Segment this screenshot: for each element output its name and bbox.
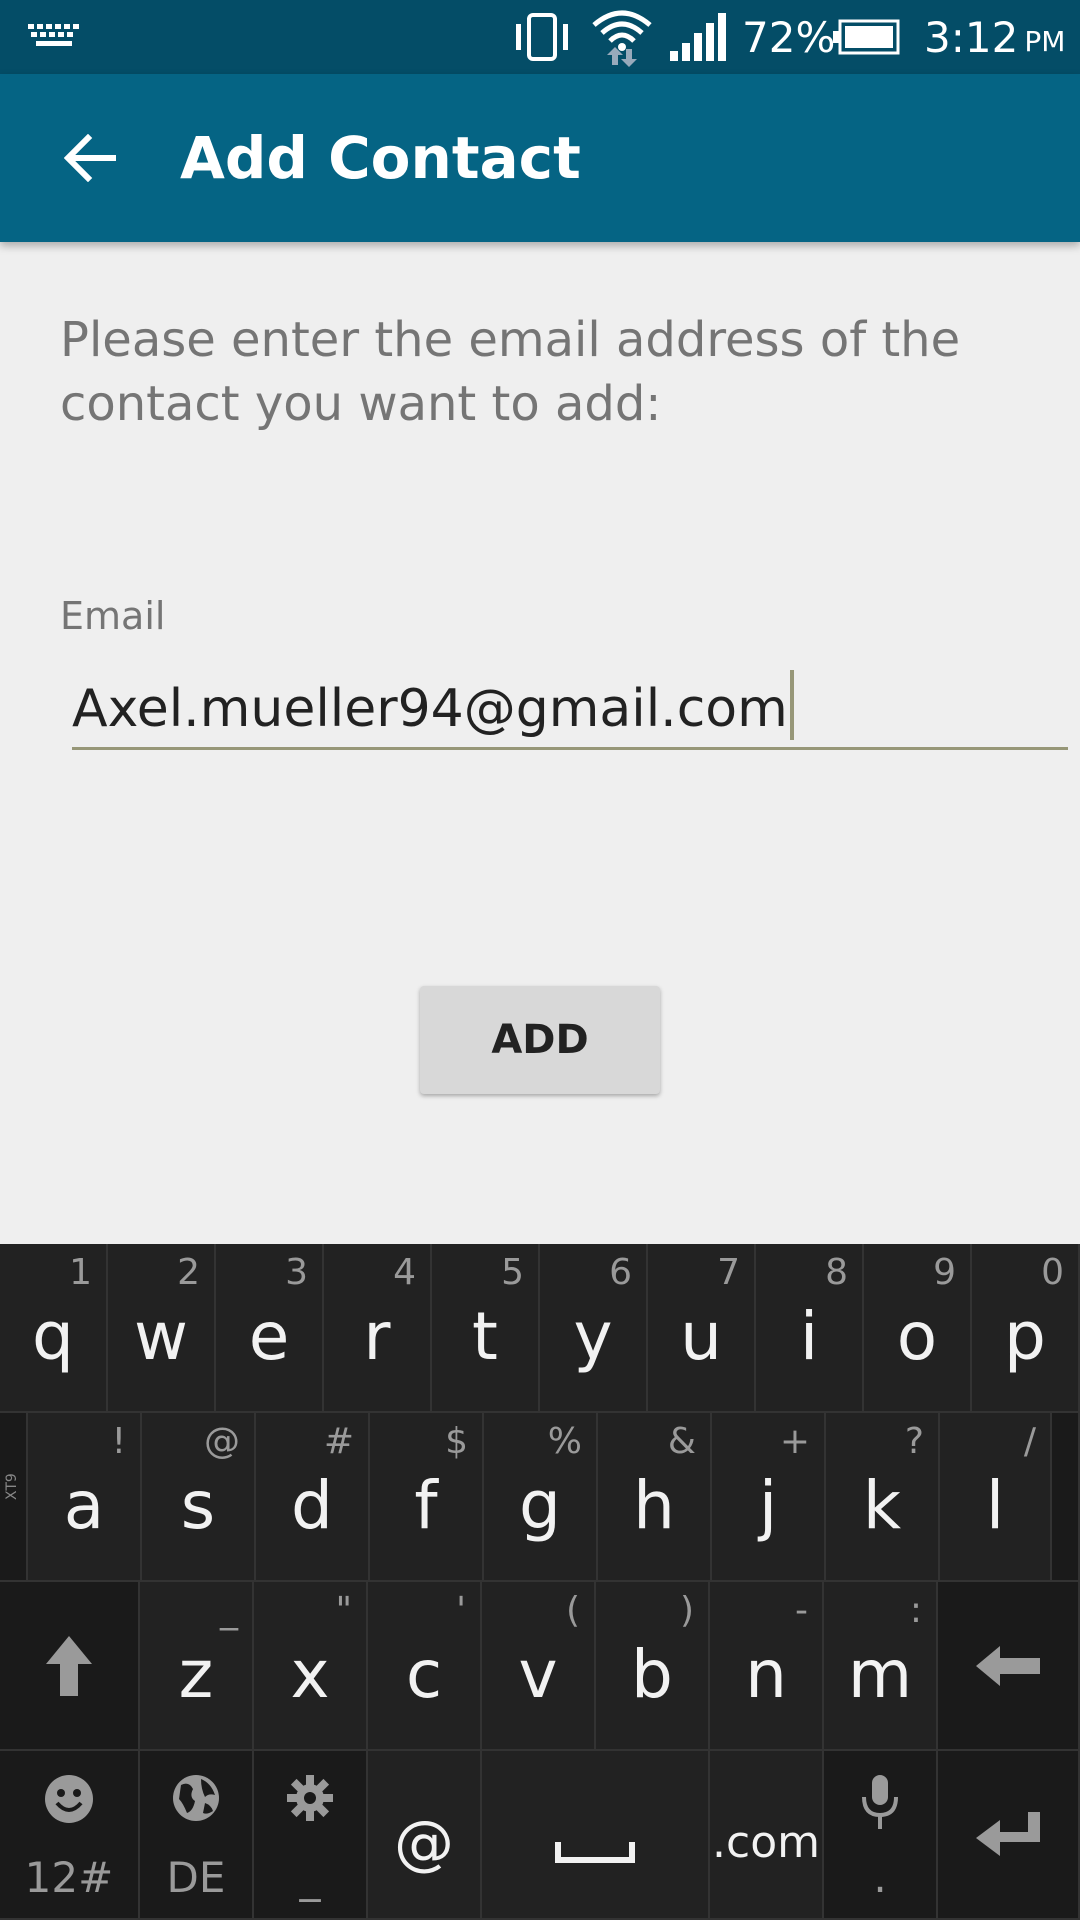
settings-key[interactable]: _ [254,1751,368,1920]
voice-key[interactable]: . [824,1751,938,1920]
space-bar-icon [555,1841,635,1863]
keyboard-edge [1052,1413,1080,1582]
emoji-icon [45,1775,93,1823]
key-p[interactable]: 0p [972,1244,1080,1413]
key-l[interactable]: / l [940,1413,1052,1582]
key-v[interactable]: (v [482,1582,596,1751]
globe-icon [173,1775,219,1821]
shift-key[interactable] [0,1582,140,1751]
settings-label: _ [299,1853,321,1902]
space-key[interactable] [482,1751,710,1920]
email-label: Email [60,594,166,638]
at-key[interactable]: @ [368,1751,482,1920]
enter-icon [976,1811,1040,1856]
language-label: DE [166,1853,226,1902]
clock-time: 3:12 [924,12,1019,62]
soft-keyboard: 1q 2w 3e 4r 5t 6y 7u 8i 9o 0p ! a @ s # d $… [0,1244,1080,1920]
key-z[interactable]: _ z [140,1582,254,1751]
content-area: Please enter the email address of the co… [0,242,1080,1244]
key-t[interactable]: 5t [432,1244,540,1413]
key-w[interactable]: 2w [108,1244,216,1413]
backspace-key[interactable] [938,1582,1080,1751]
key-i[interactable]: 8i [756,1244,864,1413]
signal-icon [668,0,728,74]
key-o[interactable]: 9o [864,1244,972,1413]
enter-key[interactable] [938,1751,1080,1920]
xt9-label: XT9 [4,1473,20,1500]
key-a[interactable]: ! a [28,1413,142,1582]
instructions-text: Please enter the email address of the co… [60,312,961,432]
gear-icon [287,1775,333,1821]
wifi-icon [590,0,654,74]
vibrate-icon [512,0,572,74]
symbols-label: 12# [24,1853,114,1902]
key-q[interactable]: 1q [0,1244,108,1413]
status-bar: 72% 3:12 PM [0,0,1080,74]
battery-icon [832,0,900,74]
key-g[interactable]: % g [484,1413,598,1582]
key-c[interactable]: ' c [368,1582,482,1751]
key-x[interactable]: " x [254,1582,368,1751]
voice-label: . [873,1853,887,1902]
key-u[interactable]: 7u [648,1244,756,1413]
battery-percent: 72% [742,12,836,62]
key-k[interactable]: ? k [826,1413,940,1582]
key-h[interactable]: & h [598,1413,712,1582]
app-bar: Add Contact [0,74,1080,242]
back-button[interactable] [40,108,140,208]
microphone-icon [862,1775,898,1829]
language-key[interactable]: DE [140,1751,254,1920]
email-field[interactable]: Axel.mueller94@gmail.com [72,650,1068,750]
email-value: Axel.mueller94@gmail.com [72,679,788,739]
text-caret [789,670,794,740]
clock-ampm: PM [1024,24,1066,58]
add-button[interactable]: ADD [420,986,660,1094]
shift-arrow-icon [46,1635,92,1696]
key-y[interactable]: 6y [540,1244,648,1413]
key-m[interactable]: :m [824,1582,938,1751]
keyboard-icon [28,0,80,74]
back-arrow-icon [64,134,116,182]
key-f[interactable]: $ f [370,1413,484,1582]
key-d[interactable]: # d [256,1413,370,1582]
key-j[interactable]: + j [712,1413,826,1582]
key-s[interactable]: @ s [142,1413,256,1582]
key-e[interactable]: 3e [216,1244,324,1413]
key-b[interactable]: ) b [596,1582,710,1751]
page-title: Add Contact [180,124,581,192]
dotcom-key[interactable]: .com [710,1751,824,1920]
key-n[interactable]: -n [710,1582,824,1751]
symbols-key[interactable]: 12# [0,1751,140,1920]
backspace-icon [976,1645,1040,1686]
key-r[interactable]: 4r [324,1244,432,1413]
